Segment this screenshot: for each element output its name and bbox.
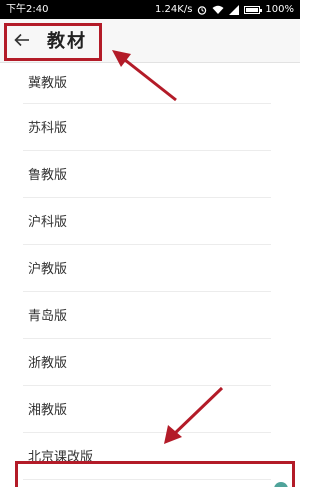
battery-percent: 100%	[265, 4, 294, 15]
list-item-label: 沪科版	[28, 215, 68, 230]
list-item[interactable]: 冀教版	[23, 62, 271, 104]
list-item[interactable]: 鲁教版	[23, 151, 271, 198]
battery-fill	[246, 7, 259, 12]
status-time: 下午2:40	[6, 4, 49, 15]
list-item[interactable]: 浙教版	[23, 339, 271, 386]
screen: 下午2:40 1.24K/s 100% 教材 冀教版 苏科版 鲁教版 沪科版 沪…	[0, 0, 300, 487]
alarm-icon	[197, 5, 207, 15]
bottom-highlight-box	[15, 461, 295, 487]
wifi-icon	[212, 5, 224, 15]
status-bar: 下午2:40 1.24K/s 100%	[0, 0, 300, 19]
list-item[interactable]: 沪科版	[23, 198, 271, 245]
list-item-label: 浙教版	[28, 356, 68, 371]
list-item-label: 冀教版	[28, 76, 68, 91]
list-item[interactable]: 沪教版	[23, 245, 271, 292]
status-icons: 1.24K/s 100%	[155, 0, 294, 19]
battery-icon	[244, 5, 263, 14]
list-item-label: 鲁教版	[28, 168, 68, 183]
textbook-list: 冀教版 苏科版 鲁教版 沪科版 沪教版 青岛版 浙教版 湘教版 北京课改版	[0, 62, 300, 480]
list-item[interactable]: 青岛版	[23, 292, 271, 339]
signal-icon	[229, 4, 240, 15]
list-item-label: 青岛版	[28, 309, 68, 324]
network-speed: 1.24K/s	[155, 4, 193, 15]
list-item[interactable]: 湘教版	[23, 386, 271, 433]
list-item-label: 苏科版	[28, 121, 68, 136]
list-item-label: 湘教版	[28, 403, 68, 418]
list-item-label: 沪教版	[28, 262, 68, 277]
title-highlight-box	[4, 23, 102, 61]
list-item[interactable]: 苏科版	[23, 104, 271, 151]
